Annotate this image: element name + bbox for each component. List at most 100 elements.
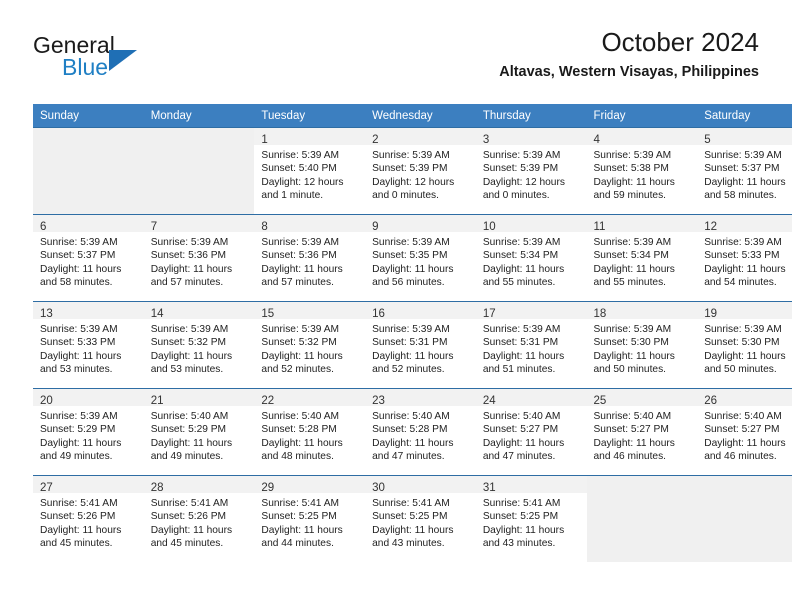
sunrise-text: Sunrise: 5:39 AM xyxy=(372,237,450,248)
daylight-text-line1: Daylight: 11 hours xyxy=(593,263,675,275)
sunset-text: Sunset: 5:37 PM xyxy=(704,163,780,175)
sunrise-text: Sunrise: 5:39 AM xyxy=(372,150,450,161)
day-number: 13 xyxy=(40,308,53,320)
calendar-day-cell[interactable]: 7 Sunrise: 5:39 AM Sunset: 5:36 PM Daylight… xyxy=(143,214,255,301)
calendar-day-cell[interactable]: 15 Sunrise: 5:39 AM Sunset: 5:32 PM Dayligh… xyxy=(254,301,366,388)
calendar-empty-cell xyxy=(586,475,698,562)
calendar-week-row: 1 Sunrise: 5:39 AM Sunset: 5:40 PM Daylight… xyxy=(33,127,792,214)
calendar-day-cell[interactable]: 26 Sunrise: 5:40 AM Sunset: 5:27 PM Dayligh… xyxy=(697,388,792,475)
daylight-text-line1: Daylight: 12 hours xyxy=(482,176,565,188)
calendar-day-cell[interactable]: 10 Sunrise: 5:39 AM Sunset: 5:34 PM Dayligh… xyxy=(475,214,587,301)
daylight-text-line2: and 58 minutes. xyxy=(40,277,113,289)
sunrise-text: Sunrise: 5:40 AM xyxy=(593,411,672,422)
calendar-day-cell[interactable]: 27 Sunrise: 5:41 AM Sunset: 5:26 PM Dayligh… xyxy=(33,475,144,562)
day-number: 17 xyxy=(482,308,496,320)
sunset-text: Sunset: 5:25 PM xyxy=(372,511,448,523)
calendar-day-cell[interactable]: 5 Sunrise: 5:39 AM Sunset: 5:37 PM Daylight… xyxy=(697,127,792,214)
calendar-day-cell[interactable]: 20 Sunrise: 5:39 AM Sunset: 5:29 PM Dayligh… xyxy=(33,388,144,475)
daylight-text-line1: Daylight: 11 hours xyxy=(482,524,565,536)
daylight-text-line1: Daylight: 11 hours xyxy=(482,350,565,362)
calendar-day-cell[interactable]: 11 Sunrise: 5:39 AM Sunset: 5:34 PM Dayligh… xyxy=(586,214,698,301)
daylight-text-line1: Daylight: 11 hours xyxy=(372,524,454,536)
daylight-text-line2: and 55 minutes. xyxy=(593,277,667,289)
triangle-icon xyxy=(109,50,137,71)
calendar-day-cell[interactable]: 3 Sunrise: 5:39 AM Sunset: 5:39 PM Daylight… xyxy=(475,127,587,214)
sunrise-text: Sunrise: 5:39 AM xyxy=(150,324,229,335)
daylight-text-line2: and 0 minutes. xyxy=(372,190,439,202)
sunrise-text: Sunrise: 5:39 AM xyxy=(261,324,339,335)
daylight-text-line1: Daylight: 11 hours xyxy=(261,437,343,449)
daylight-text-line1: Daylight: 11 hours xyxy=(40,524,122,536)
sunset-text: Sunset: 5:27 PM xyxy=(593,424,669,436)
sunset-text: Sunset: 5:35 PM xyxy=(372,250,448,262)
daylight-text-line2: and 45 minutes. xyxy=(150,538,224,550)
day-number: 8 xyxy=(261,221,268,233)
sunset-text: Sunset: 5:30 PM xyxy=(704,337,780,349)
calendar-empty-cell xyxy=(33,127,144,214)
daylight-text-line2: and 53 minutes. xyxy=(150,364,224,376)
calendar-day-cell[interactable]: 21 Sunrise: 5:40 AM Sunset: 5:29 PM Dayligh… xyxy=(143,388,255,475)
day-number: 9 xyxy=(372,221,379,233)
day-number: 6 xyxy=(40,221,47,233)
sunrise-text: Sunrise: 5:40 AM xyxy=(261,411,339,422)
daylight-text-line1: Daylight: 11 hours xyxy=(593,437,675,449)
calendar-day-cell[interactable]: 13 Sunrise: 5:39 AM Sunset: 5:33 PM Dayligh… xyxy=(33,301,144,388)
calendar-day-cell[interactable]: 6 Sunrise: 5:39 AM Sunset: 5:37 PM Daylight… xyxy=(33,214,144,301)
logo-text-blue: Blue xyxy=(62,54,109,80)
daylight-text-line2: and 46 minutes. xyxy=(593,451,667,463)
sunset-text: Sunset: 5:39 PM xyxy=(372,163,448,175)
calendar-day-cell[interactable]: 28 Sunrise: 5:41 AM Sunset: 5:26 PM Dayligh… xyxy=(143,475,255,562)
daylight-text-line2: and 46 minutes. xyxy=(704,451,777,463)
day-number: 20 xyxy=(40,395,53,407)
calendar-day-cell[interactable]: 30 Sunrise: 5:41 AM Sunset: 5:25 PM Dayligh… xyxy=(365,475,476,562)
sunrise-text: Sunrise: 5:39 AM xyxy=(704,150,782,161)
daylight-text-line2: and 43 minutes. xyxy=(372,538,445,550)
sunrise-text: Sunrise: 5:39 AM xyxy=(150,237,229,248)
daylight-text-line2: and 49 minutes. xyxy=(40,451,113,463)
sunrise-text: Sunrise: 5:40 AM xyxy=(150,411,229,422)
calendar-day-cell[interactable]: 2 Sunrise: 5:39 AM Sunset: 5:39 PM Daylight… xyxy=(365,127,476,214)
calendar-day-cell[interactable]: 25 Sunrise: 5:40 AM Sunset: 5:27 PM Dayligh… xyxy=(586,388,698,475)
weekday-header-thursday: Thursday xyxy=(475,104,587,127)
calendar-day-cell[interactable]: 1 Sunrise: 5:39 AM Sunset: 5:40 PM Daylight… xyxy=(254,127,366,214)
calendar-day-cell[interactable]: 23 Sunrise: 5:40 AM Sunset: 5:28 PM Dayligh… xyxy=(365,388,476,475)
sunset-text: Sunset: 5:29 PM xyxy=(150,424,227,436)
sunrise-text: Sunrise: 5:39 AM xyxy=(593,150,672,161)
sunset-text: Sunset: 5:29 PM xyxy=(40,424,116,436)
calendar-day-cell[interactable]: 12 Sunrise: 5:39 AM Sunset: 5:33 PM Dayligh… xyxy=(697,214,792,301)
calendar-day-cell[interactable]: 24 Sunrise: 5:40 AM Sunset: 5:27 PM Dayligh… xyxy=(475,388,587,475)
sunrise-text: Sunrise: 5:39 AM xyxy=(482,150,561,161)
calendar-page: General Blue October 2024 Altavas, Weste… xyxy=(0,0,792,612)
weekday-header-saturday: Saturday xyxy=(697,104,792,127)
daylight-text-line1: Daylight: 11 hours xyxy=(704,263,786,275)
calendar-day-cell[interactable]: 29 Sunrise: 5:41 AM Sunset: 5:25 PM Dayligh… xyxy=(254,475,366,562)
sunrise-text: Sunrise: 5:39 AM xyxy=(482,237,561,248)
calendar-day-cell[interactable]: 19 Sunrise: 5:39 AM Sunset: 5:30 PM Dayligh… xyxy=(697,301,792,388)
day-number: 31 xyxy=(482,482,496,494)
page-title: October 2024 xyxy=(601,27,759,57)
sunset-text: Sunset: 5:37 PM xyxy=(40,250,116,262)
calendar-day-cell[interactable]: 18 Sunrise: 5:39 AM Sunset: 5:30 PM Dayligh… xyxy=(586,301,698,388)
calendar-day-cell[interactable]: 8 Sunrise: 5:39 AM Sunset: 5:36 PM Daylight… xyxy=(254,214,366,301)
day-number: 21 xyxy=(150,395,164,407)
calendar-header-row: Sunday Monday Tuesday Wednesday Thursday… xyxy=(33,104,792,127)
calendar-day-cell[interactable]: 22 Sunrise: 5:40 AM Sunset: 5:28 PM Dayligh… xyxy=(254,388,366,475)
calendar-day-cell[interactable]: 4 Sunrise: 5:39 AM Sunset: 5:38 PM Daylight… xyxy=(586,127,698,214)
daylight-text-line1: Daylight: 11 hours xyxy=(704,176,786,188)
daylight-text-line1: Daylight: 11 hours xyxy=(372,263,454,275)
sunrise-text: Sunrise: 5:39 AM xyxy=(261,237,339,248)
daylight-text-line1: Daylight: 11 hours xyxy=(150,263,233,275)
daylight-text-line1: Daylight: 11 hours xyxy=(150,437,233,449)
calendar-day-cell[interactable]: 16 Sunrise: 5:39 AM Sunset: 5:31 PM Dayligh… xyxy=(365,301,476,388)
calendar-day-cell[interactable]: 14 Sunrise: 5:39 AM Sunset: 5:32 PM Dayligh… xyxy=(143,301,255,388)
day-number: 23 xyxy=(372,395,385,407)
sunset-text: Sunset: 5:40 PM xyxy=(261,163,337,175)
calendar-day-cell[interactable]: 31 Sunrise: 5:41 AM Sunset: 5:25 PM Dayligh… xyxy=(475,475,587,562)
calendar-day-cell[interactable]: 9 Sunrise: 5:39 AM Sunset: 5:35 PM Daylight… xyxy=(365,214,476,301)
calendar-day-cell[interactable]: 17 Sunrise: 5:39 AM Sunset: 5:31 PM Dayligh… xyxy=(475,301,587,388)
day-number: 18 xyxy=(593,308,607,320)
sunrise-text: Sunrise: 5:40 AM xyxy=(482,411,561,422)
daylight-text-line2: and 47 minutes. xyxy=(372,451,445,463)
calendar-empty-cell xyxy=(143,127,255,214)
sunrise-text: Sunrise: 5:39 AM xyxy=(593,237,672,248)
